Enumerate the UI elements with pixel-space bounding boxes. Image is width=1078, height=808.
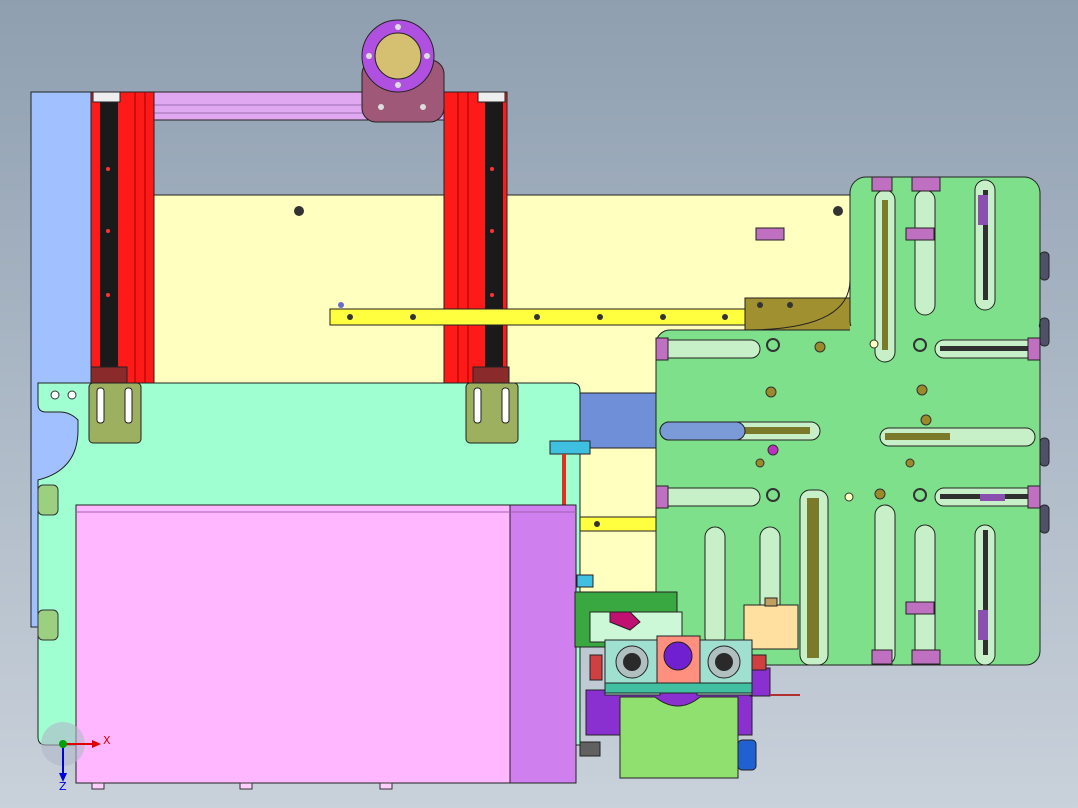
blue-block [579, 392, 659, 449]
blue-knob [737, 739, 757, 771]
triad-x-label: X [103, 734, 111, 747]
assembly-scene[interactable]: X Z [0, 0, 1078, 808]
lower-guide-strip [579, 516, 659, 532]
motor-mount-hole [420, 104, 426, 110]
motor-mount-hole [378, 104, 384, 110]
back-plate-hole [833, 206, 843, 216]
rail-end-cap [92, 91, 121, 103]
pink-enclosure [75, 504, 512, 784]
triad-z-label: Z [59, 780, 67, 793]
back-plate-hole [294, 206, 304, 216]
cyan-bracket [549, 440, 591, 455]
back-plate-hole [338, 302, 344, 308]
motor-shaft [374, 32, 422, 80]
rail-end-cap [477, 91, 506, 103]
green-valve-body [619, 696, 739, 779]
cyan-bracket [576, 574, 594, 588]
triad-y-origin [59, 740, 67, 748]
pink-enclosure-side [509, 504, 577, 784]
cad-viewport[interactable]: X Z [0, 0, 1078, 808]
edge-knobs [1039, 251, 1050, 534]
